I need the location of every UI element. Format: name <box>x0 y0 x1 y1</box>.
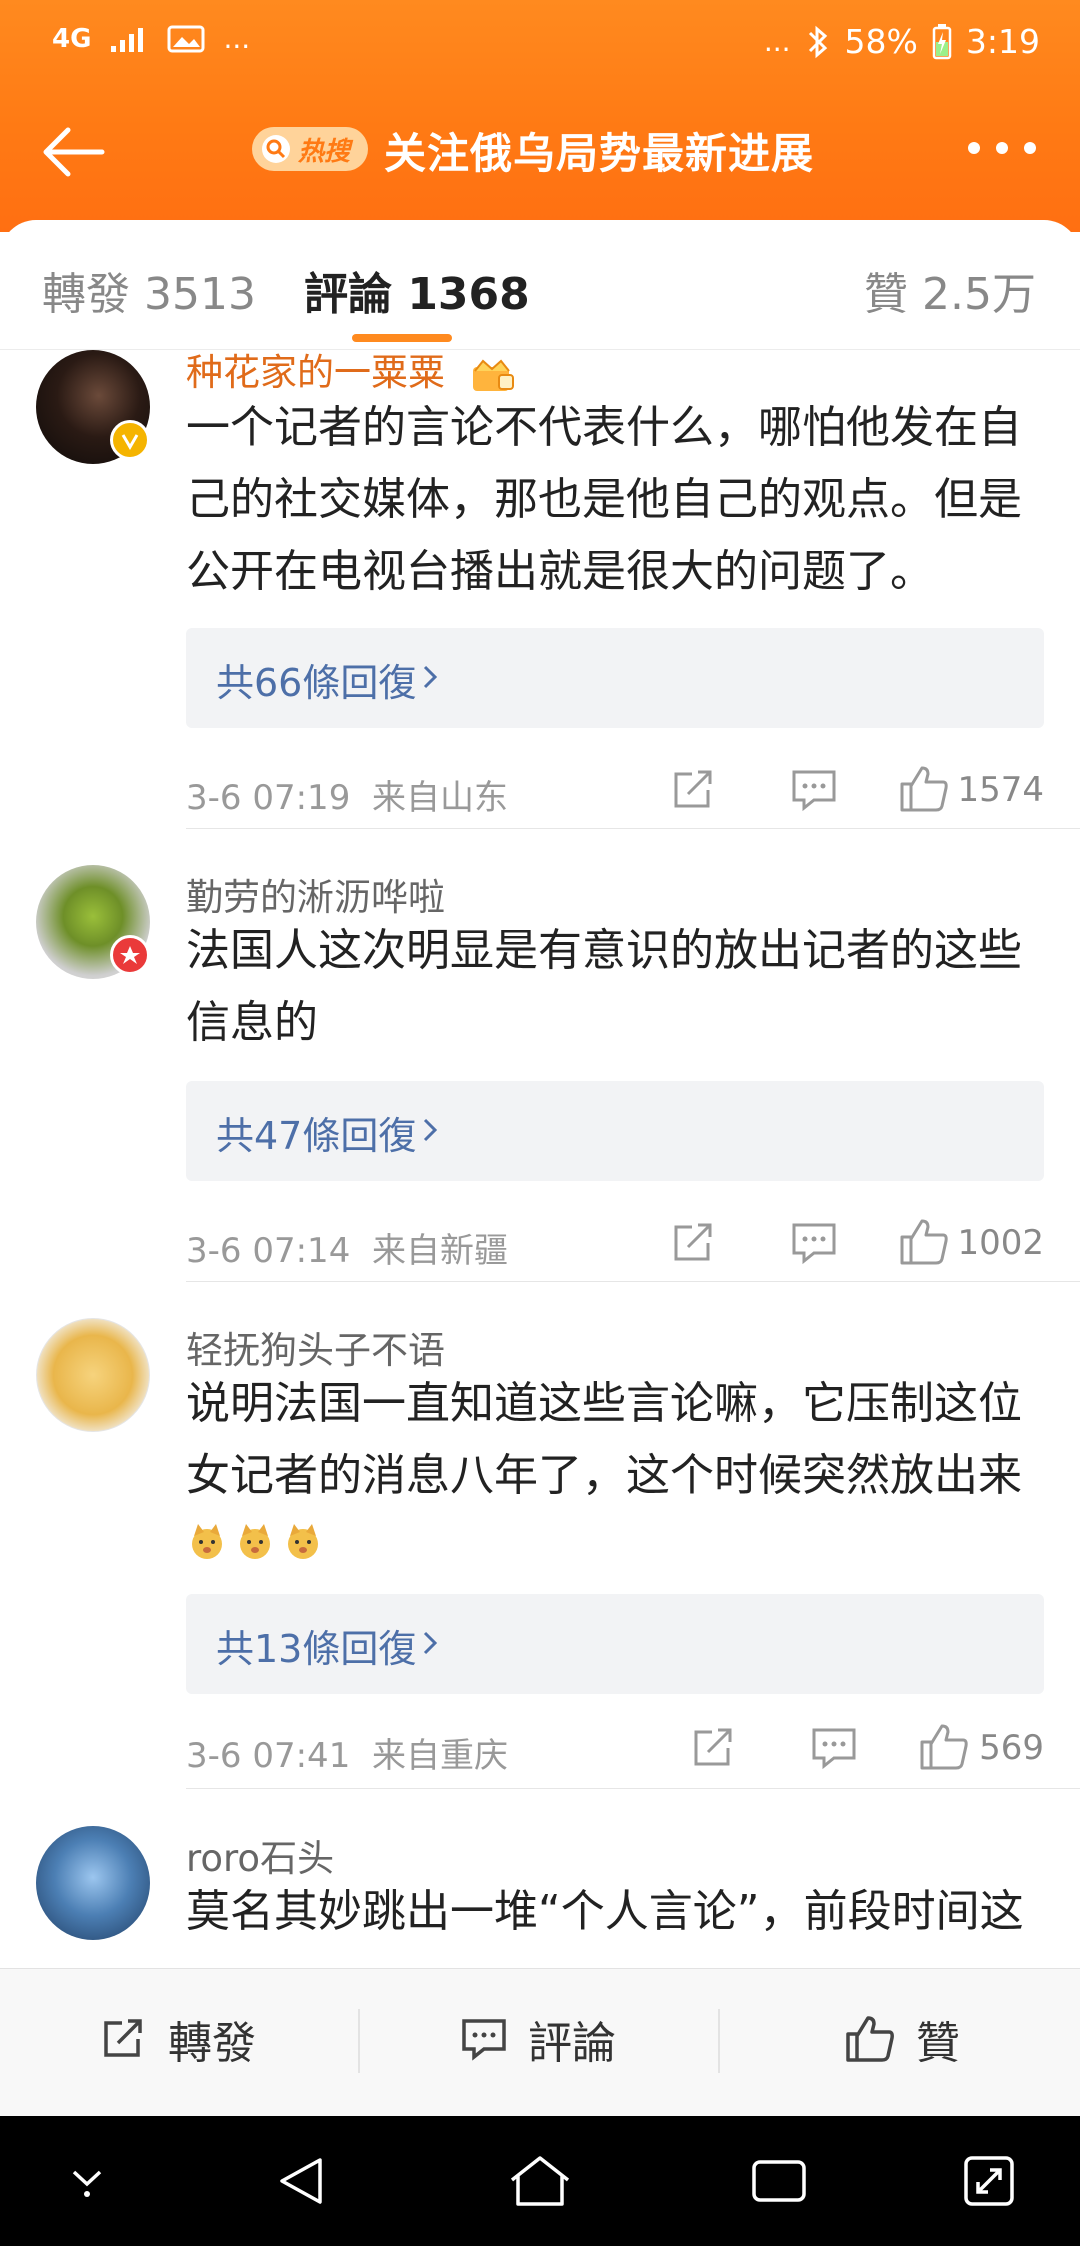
battery-charging-icon <box>932 23 952 59</box>
comment-text-body: 说明法国一直知道这些言论嘛，它压制这位女记者的消息八年了，这个时候突然放出来 <box>186 1378 1022 1501</box>
nav-bar: 热搜 关注俄乌局势最新进展 <box>0 98 1080 208</box>
home-icon[interactable] <box>508 2154 572 2210</box>
hot-search-label: 热搜 <box>298 136 351 167</box>
like-count: 569 <box>979 1728 1044 1768</box>
comment-icon[interactable] <box>790 1221 838 1265</box>
status-more-right: ... <box>763 25 791 58</box>
chevron-right-icon <box>423 665 438 689</box>
like-count: 1002 <box>957 1223 1044 1263</box>
divider <box>358 2009 360 2073</box>
hot-search-badge[interactable]: 热搜 <box>252 122 369 176</box>
back-arrow-icon[interactable] <box>38 122 108 182</box>
doge-emoji-icon <box>282 1512 324 1559</box>
divider <box>186 1788 1080 1789</box>
status-bar: 4G ... ... 58% 3:19 <box>0 0 1080 90</box>
like-icon[interactable] <box>898 764 950 814</box>
emoji-row <box>186 1512 1046 1559</box>
verified-badge-icon <box>110 420 150 460</box>
comment-text: 一个记者的言论不代表什么，哪怕他发在自己的社交媒体，那也是他自己的观点。但是公开… <box>186 402 1022 597</box>
verified-badge-icon <box>110 935 150 975</box>
comment-meta: 3-6 07:19 来自山东 1574 <box>186 760 1044 820</box>
share-icon[interactable] <box>690 1726 738 1770</box>
comment-text: 说明法国一直知道这些言论嘛，它压制这位女记者的消息八年了，这个时候突然放出来 <box>186 1368 1046 1559</box>
header: 4G ... ... 58% 3:19 热搜 关注俄乌局势最新进展 <box>0 0 1080 232</box>
image-notification-icon <box>167 25 205 52</box>
like-icon <box>846 2016 894 2062</box>
page-title: 关注俄乌局势最新进展 <box>384 129 815 178</box>
bluetooth-icon <box>808 25 827 58</box>
comment-username[interactable]: 轻抚狗头子不语 <box>186 1320 445 1374</box>
bottom-action-bar: 轉發 評論 贊 <box>0 1968 1080 2116</box>
comment-icon <box>462 2019 506 2061</box>
comment-label: 評論 <box>528 2018 616 2069</box>
comment-text: 法国人这次明显是有意识的放出记者的这些信息的 <box>186 925 1022 1048</box>
more-options-icon[interactable] <box>968 142 1036 154</box>
comment-timestamp: 3-6 07:41 来自重庆 <box>186 1736 508 1776</box>
like-label: 贊 <box>916 2018 960 2069</box>
replies-count: 共66條回復 <box>216 661 417 705</box>
active-tab-indicator <box>352 334 452 342</box>
share-icon[interactable] <box>670 768 718 812</box>
repost-button[interactable]: 轉發 <box>100 2009 256 2069</box>
comment-username[interactable]: 勤劳的淅沥哗啦 <box>186 867 445 921</box>
signal-icon <box>111 27 144 52</box>
like-count: 1574 <box>957 770 1044 810</box>
comment-text: 莫名其妙跳出一堆“个人言论”，前段时间这 <box>186 1886 1024 1937</box>
back-icon[interactable] <box>274 2154 328 2208</box>
system-navigation-bar <box>0 2116 1080 2246</box>
comment-list: 种花家的一粟粟 一个记者的言论不代表什么，哪怕他发在自己的社交媒体，那也是他自己… <box>0 350 1080 1970</box>
comment-username[interactable]: roro石头 <box>186 1828 334 1882</box>
doge-emoji-icon <box>234 1512 276 1559</box>
comment-icon[interactable] <box>790 768 838 812</box>
status-more-left: ... <box>223 22 251 55</box>
divider <box>186 1281 1080 1282</box>
comment-button[interactable]: 評論 <box>460 2009 616 2069</box>
hide-keyboard-icon[interactable] <box>66 2154 108 2204</box>
share-icon[interactable] <box>670 1221 718 1265</box>
network-indicator: 4G <box>52 23 92 54</box>
comment-icon[interactable] <box>810 1726 858 1770</box>
rotate-screen-icon[interactable] <box>962 2154 1016 2208</box>
chevron-right-icon <box>423 1118 438 1142</box>
battery-percent: 58% <box>844 22 918 61</box>
clock: 3:19 <box>965 22 1040 61</box>
tab-likes[interactable]: 贊 2.5万 <box>864 258 1036 322</box>
comment-meta: 3-6 07:41 来自重庆 569 <box>186 1718 1044 1778</box>
tab-comments[interactable]: 評論 1368 <box>304 258 530 322</box>
like-icon[interactable] <box>918 1722 970 1772</box>
replies-count: 共13條回復 <box>216 1627 417 1671</box>
replies-link[interactable]: 共66條回復 <box>186 628 1044 728</box>
comment-meta: 3-6 07:14 来自新疆 1002 <box>186 1213 1044 1273</box>
divider <box>718 2009 720 2073</box>
chevron-right-icon <box>423 1631 438 1655</box>
tab-bar: 轉發 3513 評論 1368 贊 2.5万 <box>0 220 1080 350</box>
like-icon[interactable] <box>898 1217 950 1267</box>
replies-count: 共47條回復 <box>216 1114 417 1158</box>
avatar[interactable] <box>36 1826 150 1940</box>
replies-link[interactable]: 共13條回復 <box>186 1594 1044 1694</box>
comment-timestamp: 3-6 07:14 来自新疆 <box>186 1231 508 1271</box>
comment-username[interactable]: 种花家的一粟粟 <box>186 350 515 396</box>
like-button[interactable]: 贊 <box>844 2009 960 2069</box>
avatar[interactable] <box>36 1318 150 1432</box>
recent-apps-icon[interactable] <box>750 2154 808 2206</box>
repost-label: 轉發 <box>168 2018 256 2069</box>
tab-repost[interactable]: 轉發 3513 <box>42 258 256 322</box>
vip-crown-icon <box>472 359 514 391</box>
divider <box>186 828 1080 829</box>
share-icon <box>104 2019 142 2057</box>
comment-timestamp: 3-6 07:19 来自山东 <box>186 778 508 818</box>
search-icon <box>262 135 290 163</box>
doge-emoji-icon <box>186 1512 228 1559</box>
replies-link[interactable]: 共47條回復 <box>186 1081 1044 1181</box>
